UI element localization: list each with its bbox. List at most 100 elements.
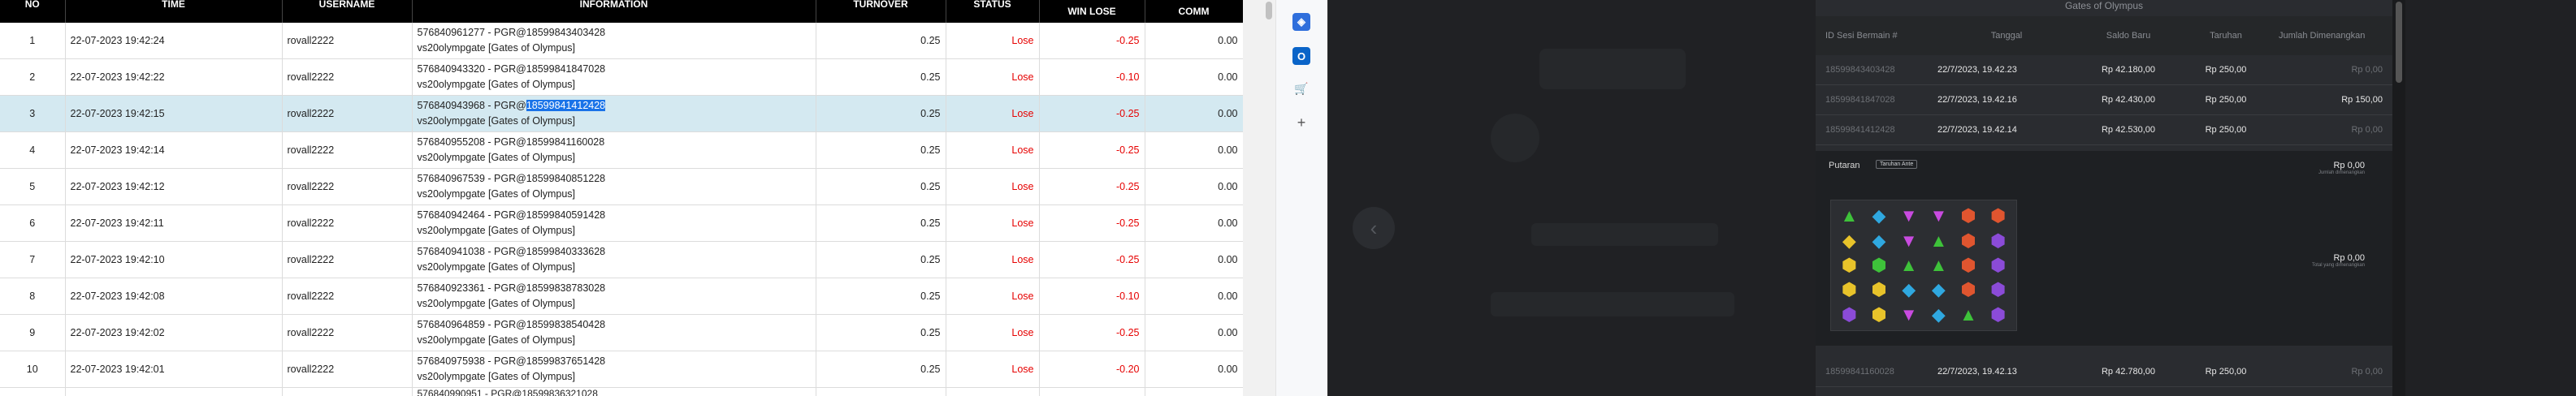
history-row[interactable]: 18599841160028 22/7/2023, 19.42.13 Rp 42… bbox=[1816, 357, 2392, 387]
gem-symbol-icon: ▲ bbox=[1840, 205, 1859, 226]
gem-symbol-icon: ◆ bbox=[1931, 303, 1946, 325]
selected-text[interactable]: 18599841412428 bbox=[526, 100, 606, 111]
header-win-lose[interactable]: WIN LOSE bbox=[1039, 0, 1145, 23]
cell-time: 22-07-2023 19:42:11 bbox=[65, 204, 283, 242]
cell-comm: 0.00 bbox=[1145, 168, 1243, 205]
gem-symbol-icon: ▲ bbox=[1929, 230, 1948, 251]
outlook-icon[interactable]: O bbox=[1292, 47, 1310, 65]
table-row[interactable]: 2 22-07-2023 19:42:22 rovall2222 5768409433… bbox=[0, 58, 1243, 96]
gem-symbol-icon: ▼ bbox=[1929, 205, 1948, 226]
gem-symbol-icon: ▲ bbox=[1959, 303, 1977, 325]
header-turnover[interactable]: TURNOVER bbox=[816, 0, 946, 23]
history-row[interactable]: 18599841412428 22/7/2023, 19.42.14 Rp 42.5… bbox=[1816, 115, 2392, 145]
report-table: NO TIME USERNAME INFORMATION TURNOVER ST… bbox=[0, 0, 1243, 396]
copilot-icon[interactable]: ◈ bbox=[1292, 13, 1310, 31]
cell-no: 2 bbox=[0, 58, 66, 96]
cell-turnover: 0.25 bbox=[816, 351, 946, 388]
panel-scrollbar-thumb[interactable] bbox=[2396, 2, 2402, 83]
cell-username: rovall2222 bbox=[282, 168, 413, 205]
cell-turnover: 0.25 bbox=[816, 95, 946, 132]
table-row[interactable]: 5 22-07-2023 19:42:12 rovall2222 5768409675… bbox=[0, 168, 1243, 205]
gem-symbol-icon: ◆ bbox=[1872, 205, 1886, 226]
cell-information: 576840942464 - PGR@18599840591428 vs20oly… bbox=[412, 204, 816, 242]
cell-time: 22-07-2023 19:42:01 bbox=[65, 351, 283, 388]
gem-symbol-icon: ⬢ bbox=[1960, 254, 1976, 275]
gem-symbol-icon: ⬢ bbox=[1841, 279, 1857, 300]
reel-grid: ▲ ◆ ▼ ▼ ⬢ ⬢ ◆ ◆ ▼ ▲ ⬢ ⬢ ⬢ ⬢ ▲ ▲ ⬢ ⬢ ⬢ ⬢ ◆ ◆ ⬢ ⬢ ⬢ ⬢ ▼ ◆ ▲ ⬢ bbox=[1830, 200, 2017, 331]
header-status[interactable]: STATUS bbox=[946, 0, 1040, 23]
cell-status: Lose bbox=[946, 95, 1040, 132]
gem-symbol-icon: ⬢ bbox=[1960, 205, 1976, 226]
header-information[interactable]: INFORMATION bbox=[412, 0, 816, 23]
gem-symbol-icon: ⬢ bbox=[1990, 279, 2007, 300]
cell-status: Lose bbox=[946, 131, 1040, 169]
gem-symbol-icon: ◆ bbox=[1931, 279, 1946, 300]
cell-win-lose: -0.25 bbox=[1039, 131, 1145, 169]
cell-no: 10 bbox=[0, 351, 66, 388]
table-row[interactable]: 1 22-07-2023 19:42:24 rovall2222 5768409612… bbox=[0, 23, 1243, 59]
spin-win-amount: Rp 0,00 Jumlah dimenangkan bbox=[2318, 161, 2365, 175]
cell-username: rovall2222 bbox=[282, 278, 413, 315]
cell-no: 3 bbox=[0, 95, 66, 132]
table-row-partial[interactable]: 576840990951 - PGR@18599836321028 bbox=[0, 387, 1243, 396]
cell-information: 576840943968 - PGR@18599841412428 vs20oly… bbox=[412, 95, 816, 132]
cell-status: Lose bbox=[946, 351, 1040, 388]
cell-information: 576840967539 - PGR@18599840851228 vs20oly… bbox=[412, 168, 816, 205]
game-history-view: ‹ Gates of Olympus ID Sesi Bermain # Tan… bbox=[1328, 0, 2576, 396]
scrollbar-thumb[interactable] bbox=[1266, 2, 1272, 19]
back-arrow-icon[interactable]: ‹ bbox=[1353, 207, 1395, 249]
cell-username: rovall2222 bbox=[282, 351, 413, 388]
add-icon[interactable]: + bbox=[1292, 114, 1310, 131]
total-win-amount: Rp 0,00 Total yang dimenangkan bbox=[2311, 253, 2365, 268]
cell-information: 576840961277 - PGR@18599843403428 vs20oly… bbox=[412, 23, 816, 59]
cell-win-lose: -0.25 bbox=[1039, 95, 1145, 132]
cell-win-lose: -0.25 bbox=[1039, 314, 1145, 351]
gem-symbol-icon: ⬢ bbox=[1841, 254, 1857, 275]
gem-symbol-icon: ◆ bbox=[1872, 230, 1886, 251]
table-row[interactable]: 3 22-07-2023 19:42:15 rovall2222 5768409439… bbox=[0, 95, 1243, 132]
cell-information: 576840990951 - PGR@18599836321028 bbox=[412, 387, 816, 396]
shopping-icon[interactable]: 🛒 bbox=[1292, 80, 1310, 97]
header-date: Tanggal bbox=[1990, 31, 2023, 41]
cell-turnover: 0.25 bbox=[816, 314, 946, 351]
gem-symbol-icon: ⬢ bbox=[1871, 279, 1887, 300]
header-no[interactable]: NO bbox=[0, 0, 66, 23]
gem-symbol-icon: ⬢ bbox=[1990, 254, 2007, 275]
history-row[interactable]: 18599841847028 22/7/2023, 19.42.16 Rp 42.4… bbox=[1816, 85, 2392, 115]
cell-no: 7 bbox=[0, 241, 66, 278]
table-row[interactable]: 10 22-07-2023 19:42:01 rovall2222 576840975… bbox=[0, 351, 1243, 388]
table-row[interactable]: 9 22-07-2023 19:42:02 rovall2222 5768409648… bbox=[0, 314, 1243, 351]
table-row[interactable]: 6 22-07-2023 19:42:11 rovall2222 5768409424… bbox=[0, 204, 1243, 242]
header-comm[interactable]: COMM bbox=[1145, 0, 1243, 23]
table-row[interactable]: 7 22-07-2023 19:42:10 rovall2222 5768409410… bbox=[0, 241, 1243, 278]
cell-status: Lose bbox=[946, 204, 1040, 242]
cell-no: 5 bbox=[0, 168, 66, 205]
cell-status: Lose bbox=[946, 58, 1040, 96]
cell-win-lose: -0.10 bbox=[1039, 278, 1145, 315]
cell-no: 1 bbox=[0, 23, 66, 59]
cell-win-lose: -0.25 bbox=[1039, 23, 1145, 59]
gem-symbol-icon: ⬢ bbox=[1990, 205, 2007, 226]
header-time[interactable]: TIME bbox=[65, 0, 283, 23]
history-row[interactable]: 18599843403428 22/7/2023, 19.42.23 Rp 42.1… bbox=[1816, 55, 2392, 85]
cell-no: 4 bbox=[0, 131, 66, 169]
table-row[interactable]: 8 22-07-2023 19:42:08 rovall2222 5768409233… bbox=[0, 278, 1243, 315]
cell-username: rovall2222 bbox=[282, 58, 413, 96]
cell-time: 22-07-2023 19:42:02 bbox=[65, 314, 283, 351]
cell-turnover: 0.25 bbox=[816, 204, 946, 242]
cell-turnover: 0.25 bbox=[816, 58, 946, 96]
cell-status: Lose bbox=[946, 168, 1040, 205]
gem-symbol-icon: ⬢ bbox=[1960, 230, 1976, 251]
header-balance: Saldo Baru bbox=[2106, 31, 2151, 41]
gem-symbol-icon: ▼ bbox=[1899, 303, 1918, 325]
table-row[interactable]: 4 22-07-2023 19:42:14 rovall2222 5768409552… bbox=[0, 131, 1243, 169]
cell-comm: 0.00 bbox=[1145, 241, 1243, 278]
cell-status: Lose bbox=[946, 278, 1040, 315]
table-scrollbar[interactable] bbox=[1243, 0, 1275, 396]
panel-scrollbar[interactable] bbox=[2392, 0, 2405, 396]
cell-turnover: 0.25 bbox=[816, 278, 946, 315]
header-username[interactable]: USERNAME bbox=[282, 0, 413, 23]
cell-win-lose: -0.25 bbox=[1039, 204, 1145, 242]
cell-comm: 0.00 bbox=[1145, 314, 1243, 351]
spin-label: Putaran bbox=[1829, 161, 1860, 170]
